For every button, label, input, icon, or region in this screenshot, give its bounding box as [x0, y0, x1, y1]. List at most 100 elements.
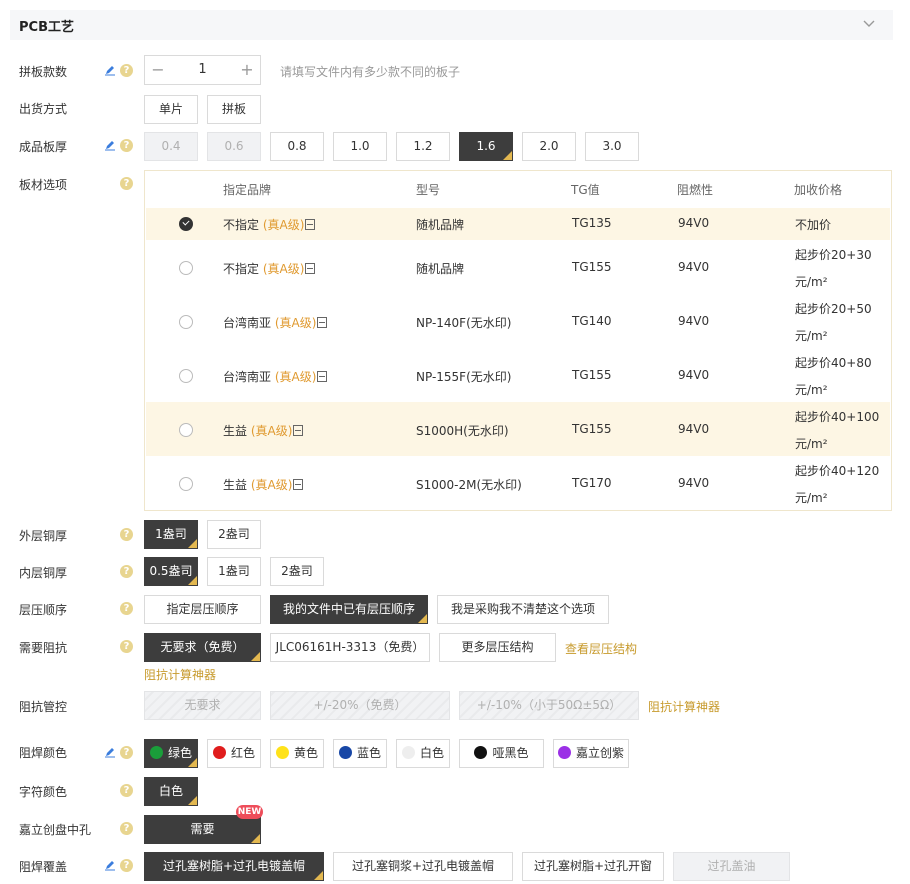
impedance-option-stackup[interactable]: JLC06161H-3313（免费） [270, 633, 430, 662]
help-icon[interactable]: ? [120, 528, 133, 541]
brand-cell: 台湾南亚 (真A级) [223, 368, 328, 385]
mask-cover-option-resin-cap[interactable]: 过孔塞树脂+过孔电镀盖帽 [144, 852, 324, 881]
price-unit-cell: 元/m² [795, 491, 828, 505]
thickness-option-0.4[interactable]: 0.4 [144, 132, 198, 161]
radio-button[interactable] [179, 423, 193, 437]
help-icon[interactable]: ? [120, 784, 133, 797]
document-icon[interactable] [317, 371, 328, 382]
radio-button[interactable] [179, 477, 193, 491]
impedance-ctrl-option-10[interactable]: +/-10%（小于50Ω±5Ω） [459, 691, 639, 720]
delivery-option-single[interactable]: 单片 [144, 95, 198, 124]
delivery-option-panel[interactable]: 拼板 [207, 95, 261, 124]
stackup-option-unsure[interactable]: 我是采购我不清楚这个选项 [437, 595, 609, 624]
chevron-down-icon[interactable] [863, 17, 875, 29]
help-icon[interactable]: ? [120, 746, 133, 759]
table-row[interactable]: 不指定 (真A级) 随机品牌 TG135 94V0 不加价 [146, 208, 890, 240]
thickness-option-0.8[interactable]: 0.8 [270, 132, 324, 161]
help-icon[interactable]: ? [120, 139, 133, 152]
document-icon[interactable] [317, 317, 328, 328]
mask-color-option-green[interactable]: 绿色 [144, 739, 198, 768]
flame-cell: 94V0 [678, 314, 710, 328]
new-badge: NEW [236, 805, 263, 819]
help-icon[interactable]: ? [120, 640, 133, 653]
radio-button[interactable] [179, 369, 193, 383]
more-stackup-button[interactable]: 更多层压结构 [439, 633, 556, 662]
mask-color-option-red[interactable]: 红色 [207, 739, 261, 768]
pencil-icon[interactable] [104, 746, 116, 758]
mask-cover-option-tented[interactable]: 过孔盖油 [673, 852, 790, 881]
impedance-calculator-link[interactable]: 阻抗计算神器 [648, 698, 720, 715]
help-icon[interactable]: ? [120, 602, 133, 615]
stackup-option-in-file[interactable]: 我的文件中已有层压顺序 [270, 595, 428, 624]
help-icon[interactable]: ? [120, 64, 133, 77]
impedance-control-label: 阻抗管控 [19, 700, 68, 714]
pencil-icon[interactable] [104, 64, 116, 76]
help-icon[interactable]: ? [120, 859, 133, 872]
model-cell: S1000H(无水印) [416, 424, 509, 438]
mask-cover-option-copper-cap[interactable]: 过孔塞铜浆+过孔电镀盖帽 [333, 852, 513, 881]
inner-copper-option-1oz[interactable]: 1盎司 [207, 557, 261, 586]
inner-copper-option-0.5oz[interactable]: 0.5盎司 [144, 557, 198, 586]
col-header-price: 加收价格 [794, 183, 843, 197]
document-icon[interactable] [305, 263, 316, 274]
outer-copper-option-1oz[interactable]: 1盎司 [144, 520, 198, 549]
mask-color-option-purple[interactable]: 嘉立创紫 [553, 739, 629, 768]
price-cell: 起步价20+30 [795, 248, 872, 262]
radio-button[interactable] [179, 315, 193, 329]
panel-count-value[interactable]: 1 [171, 56, 234, 84]
brand-cell: 生益 (真A级) [223, 476, 304, 493]
impedance-label: 需要阻抗 [19, 641, 68, 655]
pencil-icon[interactable] [104, 139, 116, 151]
panel-count-stepper[interactable]: − 1 + [144, 55, 261, 85]
price-unit-cell: 元/m² [795, 437, 828, 451]
plus-button[interactable]: + [234, 56, 260, 84]
mask-color-option-blue[interactable]: 蓝色 [333, 739, 387, 768]
table-row[interactable]: 台湾南亚 (真A级) NP-140F(无水印) TG140 94V0 起步价20… [146, 294, 890, 348]
tg-cell: TG135 [572, 216, 612, 230]
radio-button[interactable] [179, 261, 193, 275]
impedance-option-none[interactable]: 无要求（免费） [144, 633, 261, 662]
radio-button[interactable] [179, 217, 193, 231]
inner-copper-option-2oz[interactable]: 2盎司 [270, 557, 324, 586]
thickness-option-1.2[interactable]: 1.2 [396, 132, 450, 161]
table-row[interactable]: 生益 (真A级) S1000H(无水印) TG155 94V0 起步价40+10… [146, 402, 890, 456]
mask-color-option-white[interactable]: 白色 [396, 739, 450, 768]
impedance-calculator-link[interactable]: 阻抗计算神器 [144, 666, 216, 683]
thickness-option-1.0[interactable]: 1.0 [333, 132, 387, 161]
mask-color-option-matte-black[interactable]: 哑黑色 [459, 739, 544, 768]
mask-cover-label: 阻焊覆盖 [19, 860, 68, 874]
flame-cell: 94V0 [678, 476, 710, 490]
impedance-ctrl-option-none[interactable]: 无要求 [144, 691, 261, 720]
stackup-option-specify[interactable]: 指定层压顺序 [144, 595, 261, 624]
help-icon[interactable]: ? [120, 565, 133, 578]
impedance-ctrl-option-20[interactable]: +/-20%（免费） [270, 691, 450, 720]
help-icon[interactable]: ? [120, 177, 133, 190]
via-in-pad-option-required[interactable]: 需要 [144, 815, 261, 844]
color-swatch [275, 746, 289, 759]
solder-mask-color-label: 阻焊颜色 [19, 746, 68, 760]
table-row[interactable]: 生益 (真A级) S1000-2M(无水印) TG170 94V0 起步价40+… [146, 456, 890, 510]
document-icon[interactable] [293, 479, 304, 490]
silk-color-option-white[interactable]: 白色 [144, 777, 198, 806]
outer-copper-option-2oz[interactable]: 2盎司 [207, 520, 261, 549]
mask-cover-option-resin-open[interactable]: 过孔塞树脂+过孔开窗 [522, 852, 664, 881]
pencil-icon[interactable] [104, 859, 116, 871]
thickness-option-0.6[interactable]: 0.6 [207, 132, 261, 161]
view-stackup-link[interactable]: 查看层压结构 [565, 640, 637, 657]
price-cell: 起步价40+80 [795, 356, 872, 370]
minus-button[interactable]: − [145, 56, 171, 84]
section-header[interactable]: PCB工艺 [10, 10, 893, 40]
document-icon[interactable] [305, 219, 316, 230]
table-row[interactable]: 台湾南亚 (真A级) NP-155F(无水印) TG155 94V0 起步价40… [146, 348, 890, 402]
material-table: 指定品牌 型号 TG值 阻燃性 加收价格 不指定 (真A级) 随机品牌 TG13… [144, 170, 892, 511]
thickness-option-2.0[interactable]: 2.0 [522, 132, 576, 161]
delivery-label: 出货方式 [19, 102, 68, 116]
table-row[interactable]: 不指定 (真A级) 随机品牌 TG155 94V0 起步价20+30 元/m² [146, 240, 890, 294]
grade-tag: (真A级) [250, 424, 293, 438]
document-icon[interactable] [293, 425, 304, 436]
help-icon[interactable]: ? [120, 822, 133, 835]
thickness-option-1.6[interactable]: 1.6 [459, 132, 513, 161]
thickness-option-3.0[interactable]: 3.0 [585, 132, 639, 161]
mask-color-option-yellow[interactable]: 黄色 [270, 739, 324, 768]
silk-color-label: 字符颜色 [19, 785, 68, 799]
